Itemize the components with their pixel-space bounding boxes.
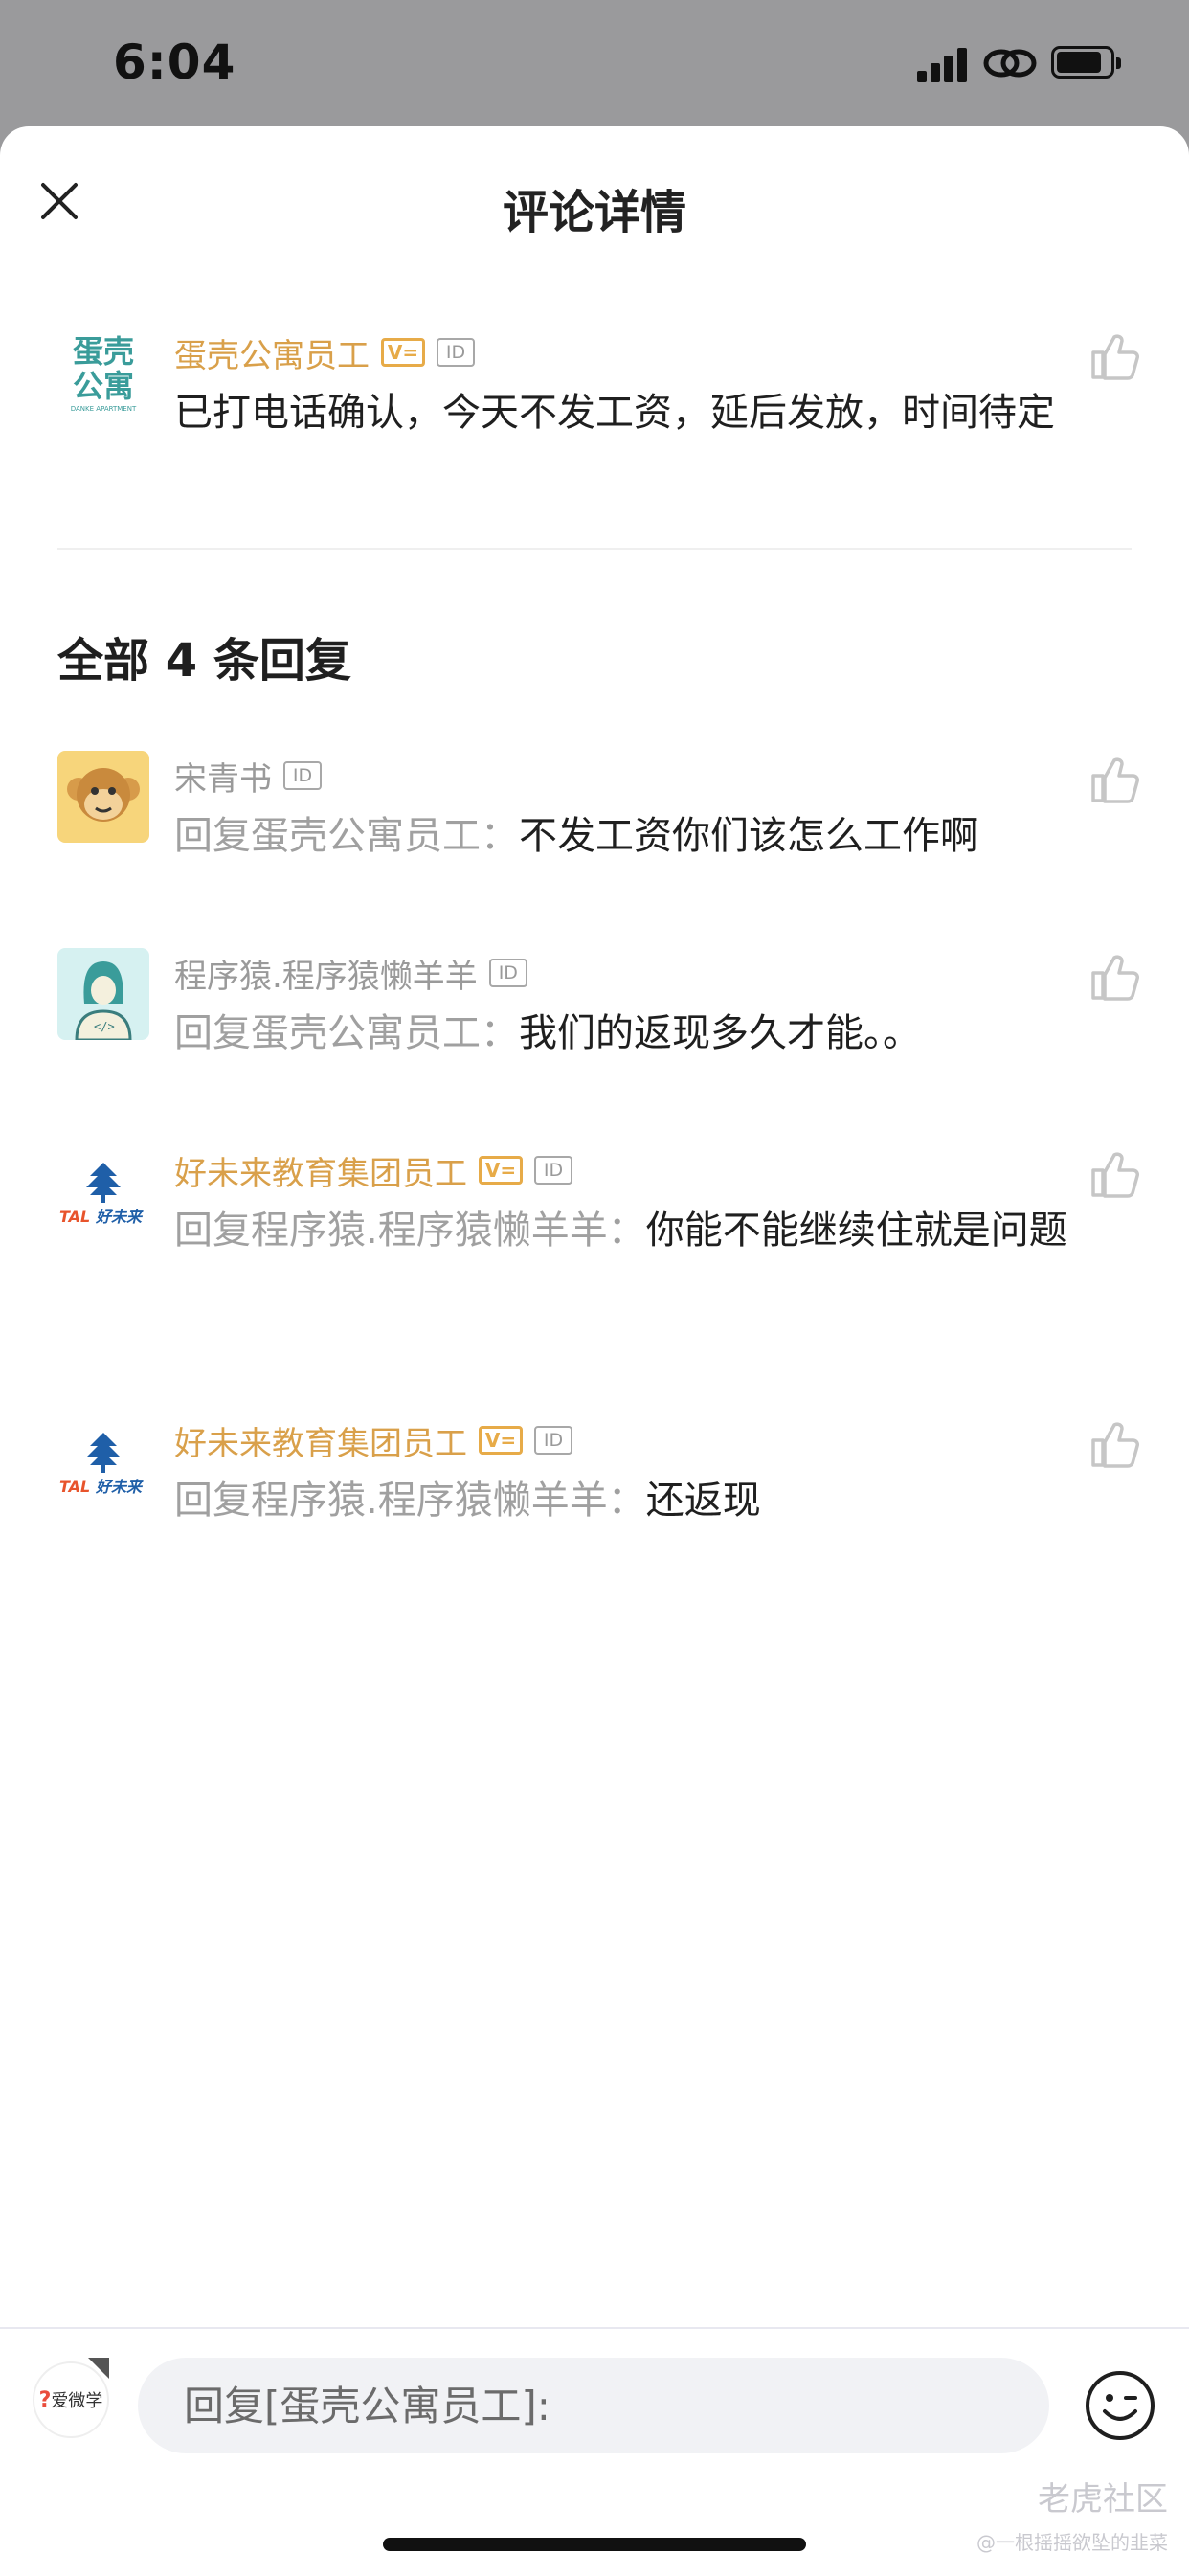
reply-prefix: 回复蛋壳公寓员工： (174, 814, 519, 858)
verified-badge: V= (381, 338, 425, 367)
reply-text: 还返现 (645, 1479, 761, 1523)
comment-text: 已打电话确认，今天不发工资，延后发放，时间待定 (174, 391, 1055, 435)
avatar[interactable]: 蛋壳 公寓 DANKE APARTMENT (57, 328, 149, 419)
avatar[interactable]: TAL 好未来 (57, 1145, 149, 1237)
tal-logo-name: 好未来 (95, 1478, 144, 1496)
avatar-brand-line-1: 蛋壳 (72, 333, 134, 370)
main-comment: 蛋壳 公寓 DANKE APARTMENT 蛋壳公寓员工 V= ID 已打电话确… (57, 328, 1139, 538)
replies-heading: 全部 4 条回复 (57, 634, 351, 688)
reply-prefix: 回复程序猿.程序猿懒羊羊： (174, 1209, 646, 1253)
comment-author[interactable]: 蛋壳公寓员工 (174, 329, 370, 376)
reply-author[interactable]: 好未来教育集团员工 (174, 1417, 467, 1464)
tal-logo-icon: TAL 好未来 (59, 1433, 144, 1496)
page-title: 评论详情 (502, 186, 686, 239)
verified-badge: V= (479, 1156, 523, 1185)
tal-logo-text: TAL (59, 1478, 90, 1496)
reply-item: </> 程序猿.程序猿懒羊羊 ID 回复蛋壳公寓员工：我们的返现多久才能。。 (57, 948, 1139, 1092)
avatar[interactable]: </> (57, 948, 149, 1040)
tal-logo-name: 好未来 (95, 1208, 144, 1226)
tal-logo-icon: TAL 好未来 (59, 1163, 144, 1226)
reply-author[interactable]: 宋青书 (174, 753, 272, 800)
status-bar: 6:04 (0, 0, 1189, 126)
id-badge: ID (437, 338, 475, 367)
avatar[interactable]: TAL 好未来 (57, 1415, 149, 1507)
reply-author[interactable]: 程序猿.程序猿懒羊羊 (174, 950, 478, 997)
cellular-signal-icon (917, 48, 969, 82)
thumbs-up-icon[interactable] (1089, 952, 1139, 1002)
thumbs-up-icon[interactable] (1089, 331, 1139, 381)
comment-detail-sheet: 评论详情 蛋壳 公寓 DANKE APARTMENT 蛋壳公寓员工 V= ID … (0, 126, 1189, 2574)
reply-prefix: 回复程序猿.程序猿懒羊羊： (174, 1479, 646, 1523)
emoji-icon[interactable] (1084, 2369, 1156, 2442)
id-badge: ID (488, 959, 527, 987)
programmer-avatar-icon: </> (75, 961, 132, 1040)
reply-item: TAL 好未来 好未来教育集团员工 V= ID 回复程序猿.程序猿懒羊羊：你能不… (57, 1145, 1139, 1366)
avatar-brand-line-2: 公寓 (72, 368, 134, 404)
app-logo-text: 爱微学 (51, 2391, 103, 2411)
verified-badge: V= (479, 1426, 523, 1455)
reply-input-bar: ?爱微学 老虎社区 @一根摇摇欲坠的韭菜 (0, 2327, 1189, 2576)
reply-author[interactable]: 好未来教育集团员工 (174, 1147, 467, 1194)
divider (57, 548, 1132, 550)
battery-icon (1051, 46, 1121, 79)
reply-text: 你能不能继续住就是问题 (645, 1209, 1067, 1253)
thumbs-up-icon[interactable] (1089, 1149, 1139, 1199)
watermark-title: 老虎社区 (1038, 2480, 1168, 2519)
svg-text:</>: </> (94, 1020, 115, 1033)
id-badge: ID (283, 761, 322, 790)
reply-item: 宋青书 ID 回复蛋壳公寓员工：不发工资你们该怎么工作啊 (57, 751, 1139, 894)
watermark: 老虎社区 @一根摇摇欲坠的韭菜 (976, 2473, 1168, 2555)
avatar[interactable] (57, 751, 149, 843)
id-badge: ID (534, 1426, 572, 1455)
thumbs-up-icon[interactable] (1089, 755, 1139, 804)
status-time: 6:04 (113, 34, 236, 90)
reply-text: 不发工资你们该怎么工作啊 (519, 814, 978, 858)
link-icon (983, 49, 1037, 78)
monkey-avatar-icon (67, 768, 140, 822)
reply-prefix: 回复蛋壳公寓员工： (174, 1011, 519, 1055)
tal-logo-text: TAL (59, 1208, 90, 1226)
corner-marker-icon (88, 2358, 109, 2379)
avatar-brand-sub: DANKE APARTMENT (70, 405, 137, 413)
thumbs-up-icon[interactable] (1089, 1419, 1139, 1469)
id-badge: ID (534, 1156, 572, 1185)
reply-item: TAL 好未来 好未来教育集团员工 V= ID 回复程序猿.程序猿懒羊羊：还返现 (57, 1415, 1139, 1559)
watermark-user: @一根摇摇欲坠的韭菜 (976, 2531, 1168, 2554)
reply-input[interactable] (138, 2358, 1049, 2453)
reply-text: 我们的返现多久才能。。 (519, 1011, 921, 1055)
home-indicator (383, 2538, 806, 2551)
